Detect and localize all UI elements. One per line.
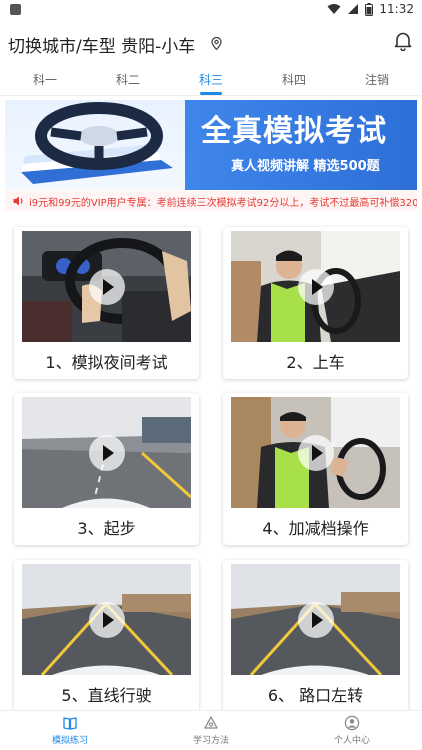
- header: 切换城市/车型 贵阳-小车: [0, 28, 422, 62]
- video-thumbnail: [231, 397, 400, 508]
- active-tab-indicator: [200, 92, 222, 95]
- video-title: 6、 路口左转: [267, 686, 364, 705]
- subject-tabs: 科一 科二 科三 科四 注销: [0, 66, 422, 96]
- speaker-icon: [13, 196, 23, 206]
- nav-study-method[interactable]: 学习方法: [171, 715, 251, 746]
- steering-wheel-illustration: [21, 102, 173, 184]
- video-title: 5、直线行驶: [61, 686, 152, 705]
- status-bar: 11:32: [0, 0, 422, 20]
- signal-icon: [348, 4, 359, 14]
- video-title: 2、上车: [286, 353, 345, 372]
- video-thumbnail: [231, 564, 400, 675]
- nav-label: 学习方法: [192, 736, 229, 746]
- banner-title: 全真模拟考试: [201, 114, 387, 149]
- play-icon[interactable]: [88, 268, 125, 305]
- play-icon[interactable]: [88, 601, 125, 638]
- tab-subject-2[interactable]: 科二: [98, 71, 158, 88]
- video-title: 3、起步: [77, 519, 136, 538]
- location-pin-icon[interactable]: [211, 37, 222, 50]
- video-thumbnail: [22, 564, 191, 675]
- nav-profile[interactable]: 个人中心: [312, 715, 392, 746]
- tab-subject-1[interactable]: 科一: [15, 71, 75, 88]
- notice-text: i9元和99元的VIP用户专属：考前连续三次模拟考试92分以上，考试不过最高可补…: [29, 198, 417, 209]
- video-title: 4、加减档操作: [262, 519, 369, 538]
- nav-label: 模拟练习: [51, 736, 88, 746]
- play-icon[interactable]: [88, 434, 125, 471]
- video-thumbnail: [22, 397, 191, 508]
- tab-subject-4[interactable]: 科四: [264, 71, 324, 88]
- video-card[interactable]: 4、加减档操作: [223, 393, 408, 545]
- video-card[interactable]: 1、模拟夜间考试: [14, 227, 199, 379]
- video-card[interactable]: 5、直线行驶: [14, 560, 199, 712]
- wifi-icon: [327, 4, 341, 14]
- video-card[interactable]: 2、上车: [223, 227, 408, 379]
- person-icon: [344, 715, 360, 731]
- bell-icon[interactable]: [394, 31, 412, 51]
- book-icon: [63, 717, 77, 730]
- nav-mock-practice[interactable]: 模拟练习: [30, 715, 110, 746]
- video-thumbnail: [231, 231, 400, 342]
- tab-subject-3[interactable]: 科三: [181, 71, 241, 88]
- play-icon[interactable]: [297, 601, 334, 638]
- vip-notice-bar[interactable]: i9元和99元的VIP用户专属：考前连续三次模拟考试92分以上，考试不过最高可补…: [5, 191, 417, 211]
- video-card[interactable]: 3、起步: [14, 393, 199, 545]
- play-icon[interactable]: [297, 434, 334, 471]
- banner-subtitle: 真人视频讲解 精选500题: [231, 159, 380, 174]
- nav-label: 个人中心: [333, 736, 370, 746]
- video-thumbnail: [22, 231, 191, 342]
- video-card[interactable]: 6、 路口左转: [223, 560, 408, 712]
- battery-icon: [365, 2, 374, 16]
- tab-logout[interactable]: 注销: [347, 71, 407, 88]
- triangle-icon: [204, 716, 218, 729]
- play-icon[interactable]: [297, 268, 334, 305]
- mock-exam-banner[interactable]: 全真模拟考试 真人视频讲解 精选500题: [5, 100, 417, 190]
- status-time: 11:32: [379, 2, 414, 16]
- bottom-navigation: 模拟练习 学习方法 个人中心: [0, 710, 422, 750]
- app-notification-icon: [10, 4, 21, 15]
- video-title: 1、模拟夜间考试: [45, 353, 168, 372]
- city-vehicle-switcher[interactable]: 切换城市/车型 贵阳-小车: [8, 32, 195, 57]
